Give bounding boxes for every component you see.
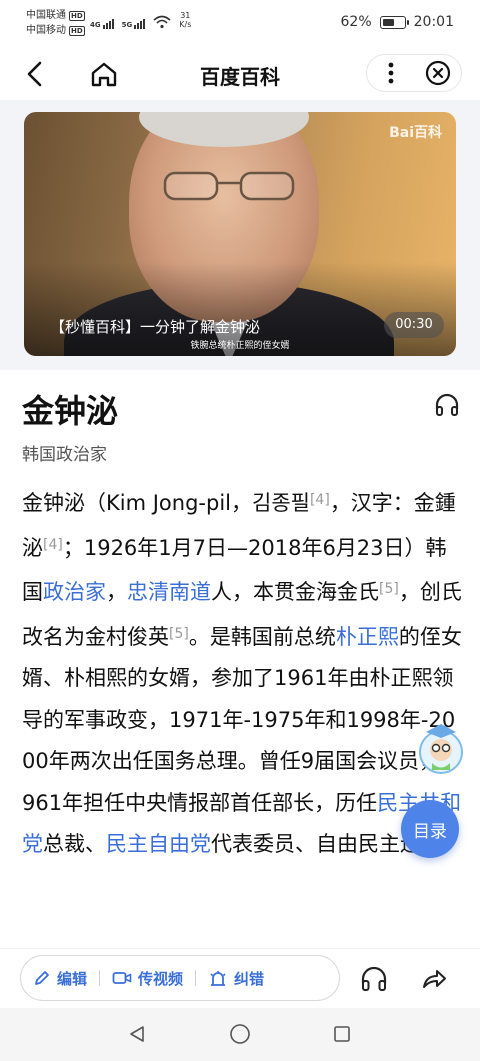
summary-text: 代表委员、自由民主连	[211, 832, 421, 856]
reference-link[interactable]: [4]	[43, 537, 63, 553]
entry-title: 金钟泌	[22, 392, 119, 430]
battery-icon	[379, 15, 409, 29]
reference-link[interactable]: [5]	[379, 581, 399, 597]
video-camera-icon	[112, 972, 132, 984]
summary-text: 金钟泌（Kim Jong-pil，김종필	[22, 491, 310, 515]
system-nav-bar	[0, 1008, 480, 1061]
hd-badge: HD	[69, 25, 85, 36]
summary-text: ，	[106, 580, 127, 604]
wifi-icon	[153, 15, 171, 29]
status-bar: 中国联通 HD 中国移动 HD 4G 5G 31 K/s 62% 20:01	[0, 0, 480, 48]
close-button[interactable]	[414, 54, 461, 92]
video-title: 【秒懂百科】一分钟了解金钟泌	[50, 318, 261, 336]
action-pill: 编辑 传视频 纠错	[20, 955, 340, 1001]
hd-badge: HD	[69, 10, 85, 21]
pencil-icon	[35, 971, 49, 985]
toc-button[interactable]: 目录	[401, 800, 459, 858]
more-button[interactable]	[367, 54, 414, 92]
signal-4g-icon: 4G	[90, 19, 114, 29]
baidu-watermark: Bai百科	[389, 125, 442, 141]
carrier-info: 中国联通 HD 中国移动 HD	[26, 8, 85, 38]
mascot-avatar-icon[interactable]	[418, 716, 464, 780]
upload-video-label: 传视频	[138, 969, 184, 988]
system-back-icon[interactable]	[127, 1024, 147, 1044]
net-speed: 31 K/s	[179, 11, 192, 29]
edit-button[interactable]: 编辑	[21, 968, 99, 989]
nav-bar: 百度百科	[0, 48, 480, 100]
carrier-1: 中国联通	[26, 10, 66, 21]
link-democratic-liberal-party[interactable]: 民主自由党	[106, 832, 211, 856]
video-caption: 铁腕总统朴正熙的侄女婿	[190, 341, 290, 351]
entry-subtitle: 韩国政治家	[22, 445, 107, 465]
close-circle-icon	[425, 60, 450, 86]
signal-5g-icon: 5G	[122, 19, 146, 29]
summary-text: 人，本贯金海金氏	[211, 580, 379, 604]
more-dots-icon	[388, 62, 393, 84]
clock: 20:01	[413, 14, 454, 30]
network-indicators: 4G 5G 31 K/s	[90, 11, 191, 29]
correct-error-button[interactable]: 纠错	[196, 968, 276, 989]
link-park-chung-hee[interactable]: 朴正熙	[336, 625, 399, 649]
summary-text: 总裁、	[43, 832, 106, 856]
carrier-2: 中国移动	[26, 25, 66, 36]
video-section: Bai百科 【秒懂百科】一分钟了解金钟泌 铁腕总统朴正熙的侄女婿 00:30	[0, 100, 480, 370]
system-home-icon[interactable]	[229, 1023, 251, 1045]
link-politician[interactable]: 政治家	[43, 580, 106, 604]
headphones-icon[interactable]	[360, 965, 388, 993]
video-player[interactable]: Bai百科 【秒懂百科】一分钟了解金钟泌 铁腕总统朴正熙的侄女婿 00:30	[24, 112, 456, 356]
share-icon[interactable]	[420, 965, 448, 993]
bottom-toolbar: 编辑 传视频 纠错	[0, 948, 480, 1008]
correct-error-label: 纠错	[234, 969, 265, 988]
entry-summary: 金钟泌（Kim Jong-pil，김종필[4]，汉字：金鍾泌[4]；1926年1…	[22, 480, 462, 948]
battery-time: 62% 20:01	[341, 14, 454, 30]
video-duration-badge: 00:30	[384, 312, 444, 338]
report-icon	[210, 971, 226, 986]
reference-link[interactable]: [5]	[169, 626, 189, 642]
headphones-icon[interactable]	[434, 392, 460, 418]
reference-link[interactable]: [4]	[310, 492, 330, 508]
link-chungcheongnam-do[interactable]: 忠清南道	[127, 580, 211, 604]
summary-text: 的侄女婿、朴相熙的女婿，参加了1961年由朴正熙领导的军事政变，1971年-19…	[22, 624, 462, 815]
edit-label: 编辑	[57, 969, 88, 988]
summary-text: 。是韩国前总统	[188, 624, 336, 649]
video-thumbnail-glasses	[163, 171, 295, 201]
system-recent-apps-icon[interactable]	[333, 1025, 351, 1043]
upload-video-button[interactable]: 传视频	[100, 968, 195, 989]
battery-percent: 62%	[340, 14, 372, 30]
mini-program-capsule	[366, 54, 462, 92]
